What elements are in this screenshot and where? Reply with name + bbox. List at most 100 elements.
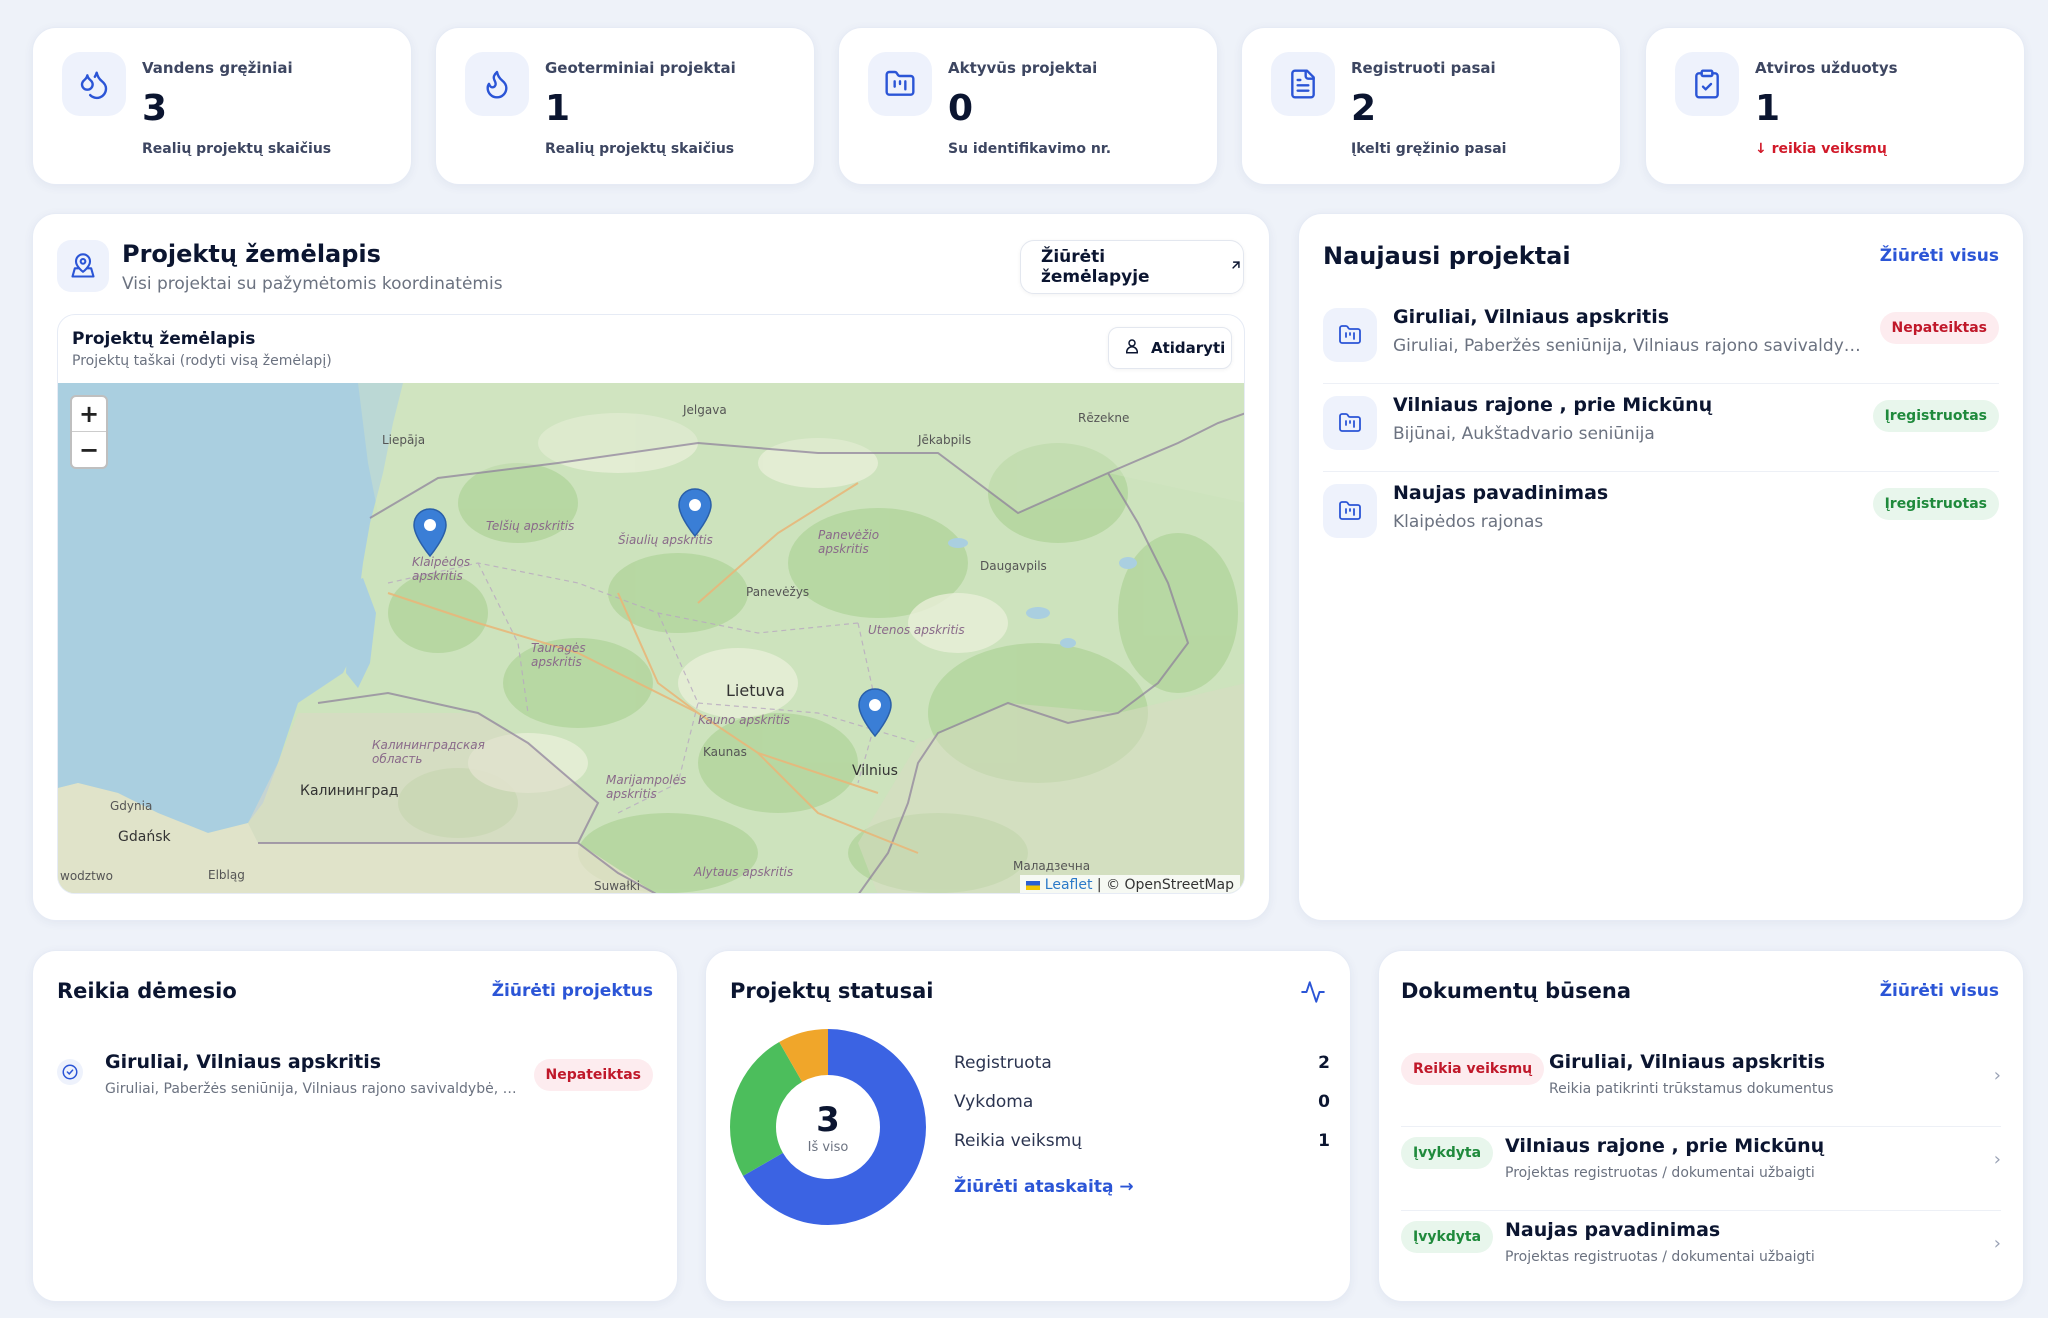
stat-label: Atviros užduotys bbox=[1755, 59, 1898, 77]
stat-card-water-wells[interactable]: Vandens gręžiniai 3 Realių projektų skai… bbox=[32, 27, 412, 185]
map-label: Gdańsk bbox=[118, 829, 171, 845]
clipboard-check-icon bbox=[1675, 52, 1739, 116]
map-label: Jelgava bbox=[683, 403, 727, 417]
view-report-link[interactable]: Žiūrėti ataskaitą → bbox=[954, 1177, 1134, 1197]
stat-value: 1 bbox=[1755, 88, 1781, 129]
documents-title: Dokumentų būsena bbox=[1401, 979, 1631, 1003]
document-description: Projektas registruotas / dokumentai užba… bbox=[1505, 1249, 1815, 1265]
project-list-item[interactable]: Naujas pavadinimas Klaipėdos rajonas Įre… bbox=[1323, 472, 1999, 560]
open-in-map-label: Žiūrėti žemėlapyje bbox=[1041, 247, 1150, 287]
view-projects-link[interactable]: Žiūrėti projektus bbox=[492, 981, 653, 1001]
stat-label: Geoterminiai projektai bbox=[545, 59, 736, 77]
stat-sub: Realių projektų skaičius bbox=[142, 141, 332, 157]
project-list-item[interactable]: Giruliai, Vilniaus apskritis Giruliai, P… bbox=[1323, 296, 1999, 384]
stat-label: Vandens gręžiniai bbox=[142, 59, 293, 77]
status-row-label: Reikia veiksmų bbox=[954, 1131, 1082, 1151]
map-canvas[interactable]: Jelgava Rēzekne Liepāja Jēkabpils Telšių… bbox=[58, 383, 1244, 893]
status-row-value: 0 bbox=[1318, 1092, 1330, 1112]
external-arrow-icon bbox=[1229, 257, 1243, 277]
map-label: Elbląg bbox=[208, 868, 245, 882]
project-location: Giruliai, Paberžės seniūnija, Vilniaus r… bbox=[1393, 336, 1863, 356]
map-label: Gdynia bbox=[110, 799, 153, 813]
project-title: Giruliai, Vilniaus apskritis bbox=[1393, 306, 1670, 328]
document-status-badge: Reikia veiksmų bbox=[1401, 1053, 1545, 1085]
attention-item-title: Giruliai, Vilniaus apskritis bbox=[105, 1051, 382, 1073]
map-attribution: Leaflet | © OpenStreetMap bbox=[1020, 875, 1240, 893]
stat-label: Aktyvūs projektai bbox=[948, 59, 1098, 77]
status-row-label: Vykdoma bbox=[954, 1092, 1034, 1112]
map-marker[interactable] bbox=[678, 488, 712, 542]
map-label: Panevėžio apskritis bbox=[818, 528, 880, 556]
donut-total-label: Iš viso bbox=[807, 1139, 849, 1155]
status-row-registered: Registruota 2 bbox=[954, 1053, 1330, 1073]
map-label: Jēkabpils bbox=[918, 433, 972, 447]
document-status-badge: Įvykdyta bbox=[1401, 1137, 1494, 1169]
status-badge: Įregistruotas bbox=[1872, 488, 1999, 520]
map-pin-icon bbox=[57, 240, 109, 292]
stat-card-geothermal[interactable]: Geoterminiai projektai 1 Realių projektų… bbox=[435, 27, 815, 185]
status-row-value: 1 bbox=[1318, 1131, 1330, 1151]
map-label: Калининград bbox=[300, 783, 399, 799]
status-row-label: Registruota bbox=[954, 1053, 1052, 1073]
project-list-item[interactable]: Vilniaus rajone , prie Mickūnų Bijūnai, … bbox=[1323, 384, 1999, 472]
check-circle-icon bbox=[57, 1059, 83, 1085]
stat-sub: Įkelti gręžinio pasai bbox=[1351, 141, 1507, 157]
chevron-right-icon: › bbox=[1993, 1065, 2001, 1086]
document-row[interactable]: Įvykdyta Naujas pavadinimas Projektas re… bbox=[1401, 1211, 2001, 1295]
status-row-value: 2 bbox=[1318, 1053, 1330, 1073]
zoom-out-button[interactable]: − bbox=[72, 432, 106, 467]
view-all-documents-link[interactable]: Žiūrėti visus bbox=[1880, 981, 1999, 1001]
folder-chart-icon bbox=[1323, 484, 1377, 538]
water-drops-icon bbox=[62, 52, 126, 116]
project-location: Bijūnai, Aukštadvario seniūnija bbox=[1393, 424, 1655, 444]
map-card-subtitle: Visi projektai su pažymėtomis koordinatė… bbox=[122, 274, 503, 294]
zoom-in-button[interactable]: + bbox=[72, 397, 106, 432]
folder-chart-icon bbox=[1323, 308, 1377, 362]
map-widget: Projektų žemėlapis Projektų taškai (rody… bbox=[57, 314, 1245, 894]
status-badge: Įregistruotas bbox=[1872, 400, 1999, 432]
project-title: Naujas pavadinimas bbox=[1393, 482, 1609, 504]
map-label: Калининградская область bbox=[372, 738, 485, 766]
map-label: Vilnius bbox=[852, 763, 898, 779]
map-label: Daugavpils bbox=[980, 559, 1047, 573]
map-zoom-control: + − bbox=[70, 395, 108, 469]
open-map-label: Atidaryti bbox=[1151, 339, 1226, 357]
map-label: Suwałki bbox=[594, 879, 641, 893]
stat-card-registered-passports[interactable]: Registruoti pasai 2 Įkelti gręžinio pasa… bbox=[1241, 27, 1621, 185]
map-card-title: Projektų žemėlapis bbox=[122, 240, 381, 268]
map-label: wodztwo bbox=[60, 869, 113, 883]
map-widget-title: Projektų žemėlapis bbox=[72, 329, 256, 349]
document-project-title: Vilniaus rajone , prie Mickūnų bbox=[1505, 1135, 1825, 1157]
leaflet-link[interactable]: Leaflet bbox=[1045, 877, 1093, 893]
donut-center: 3 Iš viso bbox=[728, 1027, 928, 1227]
latest-projects-title: Naujausi projektai bbox=[1323, 242, 1571, 270]
project-statuses-card: Projektų statusai 3 Iš viso Registruota … bbox=[705, 950, 1351, 1302]
stat-value: 1 bbox=[545, 88, 571, 129]
osm-attribution: | © OpenStreetMap bbox=[1092, 877, 1234, 893]
attention-item-location: Giruliai, Paberžės seniūnija, Vilniaus r… bbox=[105, 1081, 525, 1097]
document-row[interactable]: Įvykdyta Vilniaus rajone , prie Mickūnų … bbox=[1401, 1127, 2001, 1211]
project-location: Klaipėdos rajonas bbox=[1393, 512, 1544, 532]
map-marker[interactable] bbox=[858, 688, 892, 742]
map-label: Utenos apskritis bbox=[868, 623, 965, 637]
statuses-title: Projektų statusai bbox=[730, 979, 934, 1003]
map-label: Panevėžys bbox=[746, 585, 810, 599]
map-label: Marijampolės apskritis bbox=[606, 773, 687, 801]
open-map-button[interactable]: Atidaryti bbox=[1108, 327, 1232, 369]
map-label: Lietuva bbox=[726, 681, 785, 700]
document-status-badge: Įvykdyta bbox=[1401, 1221, 1494, 1253]
stat-value: 3 bbox=[142, 88, 168, 129]
attention-item[interactable]: Giruliai, Vilniaus apskritis Giruliai, P… bbox=[57, 1051, 653, 1115]
view-all-projects-link[interactable]: Žiūrėti visus bbox=[1880, 246, 1999, 266]
map-label: Liepāja bbox=[382, 433, 426, 447]
map-label: Alytaus apskritis bbox=[694, 865, 794, 879]
stat-sub: Realių projektų skaičius bbox=[545, 141, 735, 157]
open-in-map-button[interactable]: Žiūrėti žemėlapyje bbox=[1020, 240, 1244, 294]
document-row[interactable]: Reikia veiksmų Giruliai, Vilniaus apskri… bbox=[1401, 1043, 2001, 1127]
map-marker[interactable] bbox=[413, 508, 447, 562]
stat-card-open-tasks[interactable]: Atviros užduotys 1 ↓ reikia veiksmų bbox=[1645, 27, 2025, 185]
document-project-title: Giruliai, Vilniaus apskritis bbox=[1549, 1051, 1826, 1073]
stat-card-active-projects[interactable]: Aktyvūs projektai 0 Su identifikavimo nr… bbox=[838, 27, 1218, 185]
folder-chart-icon bbox=[1323, 396, 1377, 450]
project-map-card: Projektų žemėlapis Visi projektai su paž… bbox=[32, 213, 1270, 921]
